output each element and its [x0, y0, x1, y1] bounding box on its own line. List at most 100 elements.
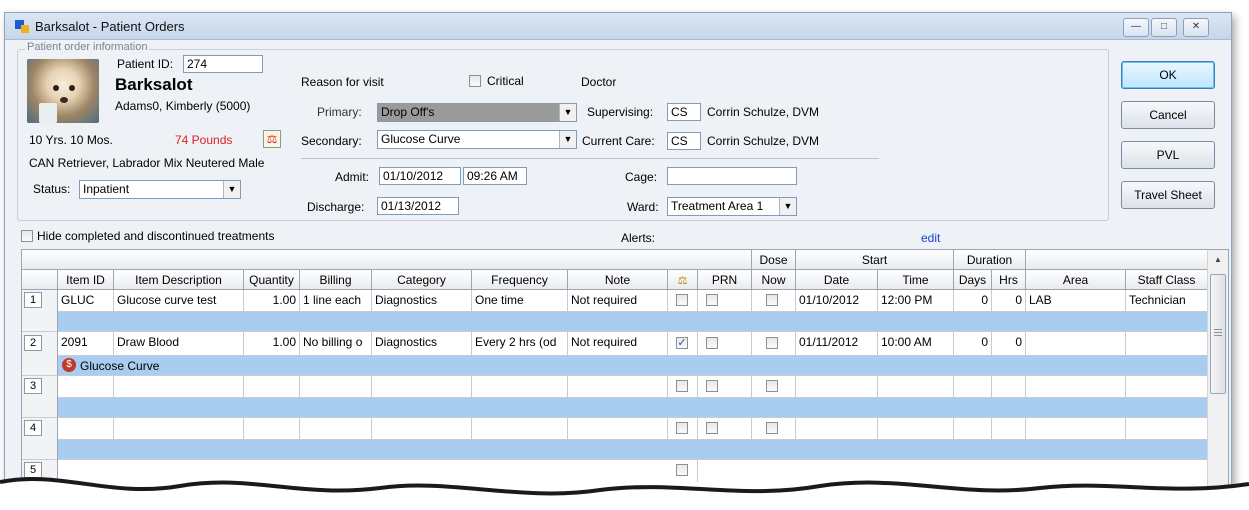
scroll-up-icon[interactable]: ▲ — [1208, 250, 1228, 270]
table-cell-item-id[interactable] — [58, 376, 114, 398]
table-cell-billing[interactable]: No billing o — [300, 332, 372, 356]
table-cell-days[interactable] — [954, 376, 992, 398]
column-header-time[interactable]: Time — [878, 270, 954, 290]
patient-id-field[interactable]: 274 — [183, 55, 263, 73]
table-cell-date[interactable] — [796, 376, 878, 398]
close-button[interactable]: ✕ — [1183, 18, 1209, 37]
table-cell-note[interactable] — [568, 376, 668, 398]
table-cell-days[interactable] — [954, 418, 992, 440]
minimize-button[interactable]: — — [1123, 18, 1149, 37]
scale-checkbox[interactable] — [676, 294, 688, 306]
table-cell-item-id[interactable]: 2091 — [58, 332, 114, 356]
now-checkbox[interactable] — [766, 422, 778, 434]
table-cell-item-id[interactable]: GLUC — [58, 290, 114, 312]
row-number[interactable]: 3 — [24, 378, 42, 394]
column-header-now[interactable]: Now — [752, 270, 796, 290]
table-cell-staff-class[interactable] — [1126, 376, 1208, 398]
table-cell-area[interactable] — [1026, 376, 1126, 398]
table-cell-quantity[interactable]: 1.00 — [244, 332, 300, 356]
table-cell-billing[interactable] — [300, 376, 372, 398]
table-cell-hrs[interactable] — [992, 418, 1026, 440]
prn-checkbox[interactable] — [706, 294, 718, 306]
table-cell-days[interactable]: 0 — [954, 332, 992, 356]
now-checkbox[interactable] — [766, 337, 778, 349]
table-cell-category[interactable] — [372, 418, 472, 440]
table-cell-note[interactable] — [568, 418, 668, 440]
table-subrow[interactable] — [58, 312, 1208, 332]
table-cell-hrs[interactable] — [992, 376, 1026, 398]
row-number[interactable]: 1 — [24, 292, 42, 308]
column-header-note[interactable]: Note — [568, 270, 668, 290]
current-care-code-field[interactable]: CS — [667, 132, 701, 150]
maximize-button[interactable]: □ — [1151, 18, 1177, 37]
table-cell-staff-class[interactable] — [1126, 418, 1208, 440]
table-cell-description[interactable] — [114, 376, 244, 398]
table-cell-frequency[interactable] — [472, 418, 568, 440]
table-cell-category[interactable] — [372, 376, 472, 398]
column-header-area[interactable]: Area — [1026, 270, 1126, 290]
table-cell-staff-class[interactable] — [1126, 332, 1208, 356]
scale-checkbox[interactable] — [676, 422, 688, 434]
table-cell-billing[interactable]: 1 line each — [300, 290, 372, 312]
now-checkbox[interactable] — [766, 294, 778, 306]
admit-date-field[interactable]: 01/10/2012 — [379, 167, 461, 185]
scale-checkbox[interactable] — [676, 380, 688, 392]
column-header-staff-class[interactable]: Staff Class — [1126, 270, 1208, 290]
column-header-quantity[interactable]: Quantity — [244, 270, 300, 290]
table-cell-quantity[interactable] — [244, 418, 300, 440]
table-cell-days[interactable]: 0 — [954, 290, 992, 312]
now-checkbox[interactable] — [766, 380, 778, 392]
table-cell-billing[interactable] — [300, 418, 372, 440]
column-header-scale[interactable]: ⚖ — [668, 270, 698, 290]
column-header-frequency[interactable]: Frequency — [472, 270, 568, 290]
edit-link[interactable]: edit — [921, 231, 940, 245]
secondary-select[interactable]: Glucose Curve ▼ — [377, 130, 577, 149]
table-cell-hrs[interactable]: 0 — [992, 290, 1026, 312]
table-cell-hrs[interactable]: 0 — [992, 332, 1026, 356]
table-cell-description[interactable] — [114, 418, 244, 440]
column-header-date[interactable]: Date — [796, 270, 878, 290]
pvl-button[interactable]: PVL — [1121, 141, 1215, 169]
table-cell-area[interactable]: LAB — [1026, 290, 1126, 312]
table-cell-time[interactable] — [878, 376, 954, 398]
table-cell-time[interactable]: 10:00 AM — [878, 332, 954, 356]
prn-checkbox[interactable] — [706, 422, 718, 434]
column-header-billing[interactable]: Billing — [300, 270, 372, 290]
column-header-item-id[interactable]: Item ID — [58, 270, 114, 290]
table-cell-category[interactable]: Diagnostics — [372, 332, 472, 356]
table-cell-category[interactable]: Diagnostics — [372, 290, 472, 312]
scale-checkbox-checked[interactable]: ✓ — [676, 337, 688, 349]
table-cell-area[interactable] — [1026, 418, 1126, 440]
column-header-prn[interactable]: PRN — [698, 270, 752, 290]
table-cell-time[interactable] — [878, 418, 954, 440]
table-cell-frequency[interactable] — [472, 376, 568, 398]
scrollbar-thumb[interactable] — [1210, 274, 1226, 394]
table-cell-item-id[interactable] — [58, 418, 114, 440]
row-number[interactable]: 2 — [24, 335, 42, 351]
travel-sheet-button[interactable]: Travel Sheet — [1121, 181, 1215, 209]
cage-field[interactable] — [667, 167, 797, 185]
table-cell-area[interactable] — [1026, 332, 1126, 356]
table-cell-date[interactable] — [796, 418, 878, 440]
table-subrow[interactable]: $ Glucose Curve — [58, 356, 1208, 376]
admit-time-field[interactable]: 09:26 AM — [463, 167, 527, 185]
hide-completed-checkbox[interactable] — [21, 230, 33, 242]
ok-button[interactable]: OK — [1121, 61, 1215, 89]
table-cell-time[interactable]: 12:00 PM — [878, 290, 954, 312]
column-header-hrs[interactable]: Hrs — [992, 270, 1026, 290]
prn-checkbox[interactable] — [706, 337, 718, 349]
table-cell-description[interactable]: Glucose curve test — [114, 290, 244, 312]
discharge-date-field[interactable]: 01/13/2012 — [377, 197, 459, 215]
table-cell-staff-class[interactable]: Technician — [1126, 290, 1208, 312]
table-cell-note[interactable]: Not required — [568, 290, 668, 312]
column-header-description[interactable]: Item Description — [114, 270, 244, 290]
prn-checkbox[interactable] — [706, 380, 718, 392]
table-subrow[interactable] — [58, 398, 1208, 418]
column-header-category[interactable]: Category — [372, 270, 472, 290]
table-cell-frequency[interactable]: One time — [472, 290, 568, 312]
column-header-days[interactable]: Days — [954, 270, 992, 290]
supervising-code-field[interactable]: CS — [667, 103, 701, 121]
table-cell-date[interactable]: 01/11/2012 — [796, 332, 878, 356]
ward-select[interactable]: Treatment Area 1 ▼ — [667, 197, 797, 216]
table-cell-quantity[interactable] — [244, 376, 300, 398]
